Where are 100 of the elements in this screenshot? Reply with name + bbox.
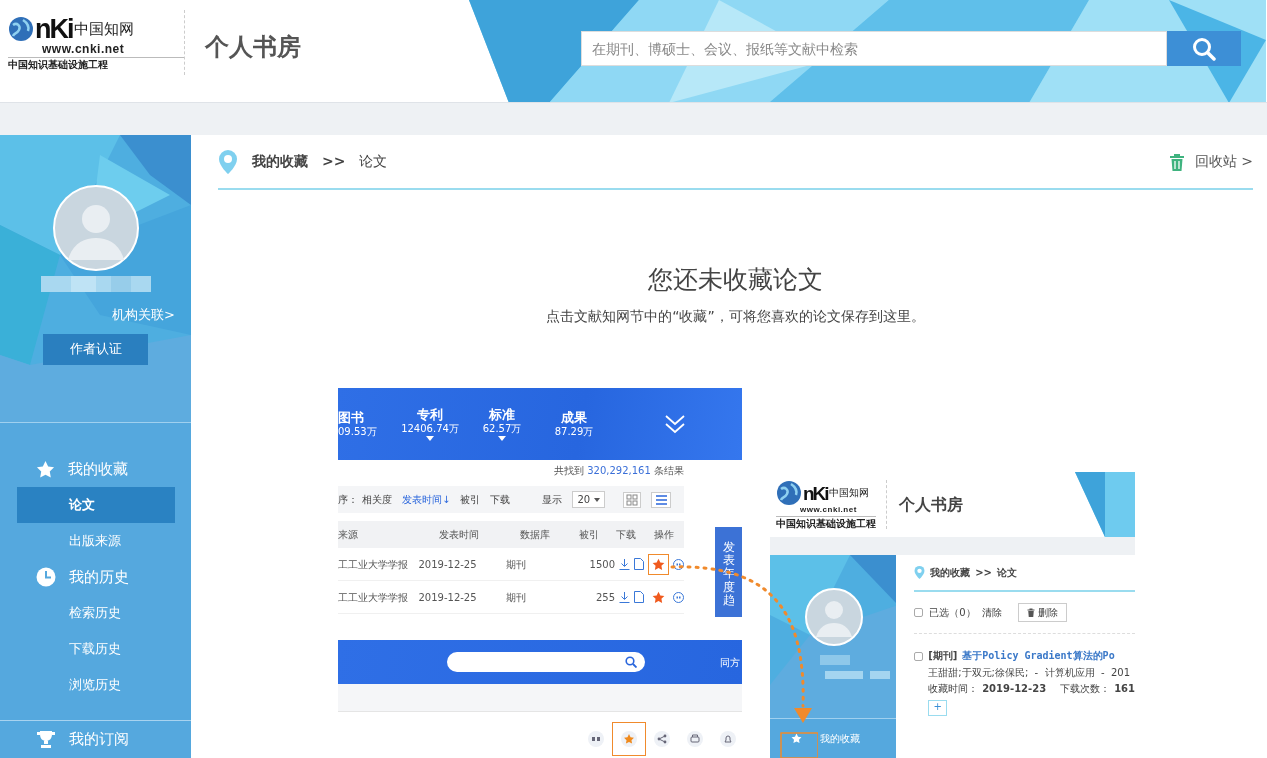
result-count-text: 共找到 [554,465,585,476]
logo-tagline: 中国知识基础设施工程 [8,56,184,70]
breadcrumb-separator: >> [975,566,992,580]
nav-item[interactable]: 下载历史 [17,631,175,667]
breadcrumb-item[interactable]: 我的收藏 [930,565,971,580]
download-icon[interactable] [619,558,630,570]
quote-icon[interactable] [673,591,684,603]
nav-heading[interactable]: 我的收藏 [820,731,860,746]
table-cell-text: 期刊 [505,557,528,572]
document-icon[interactable] [634,591,644,603]
delete-button[interactable]: 删除 [1017,603,1067,622]
table-cell-text: 1500 [588,557,615,572]
category-count: 87.29万 [553,425,595,438]
entry-type: [期刊] [928,649,958,663]
category-count: 62.57万 [481,422,523,435]
page-title: 个人书房 [203,32,302,63]
location-pin-icon [218,148,238,175]
category-count: 09.53万 [338,425,378,438]
clear-link[interactable]: 清除 [981,605,1002,620]
verify-button[interactable]: 作者认证 [43,333,148,365]
download-icon[interactable] [619,591,630,603]
checkbox[interactable] [914,608,924,617]
entry-meta: 王甜甜;于双元;徐保民; - 计算机应用 - 201 [927,665,1131,680]
search-button[interactable] [1167,31,1241,66]
sort-option[interactable]: 被引 [460,492,481,507]
location-pin-icon [914,565,926,580]
category-label[interactable]: 标准 [470,407,534,423]
grid-view-icon[interactable] [623,491,642,508]
column-header: 数据库 [519,528,551,542]
table-cell-text: 工工业大学学报 [338,557,409,572]
quote-icon[interactable] [673,558,684,570]
nav-item[interactable]: 出版来源 [17,523,175,559]
breadcrumb-separator: >> [322,152,346,171]
category-label[interactable]: 成果 [542,410,606,426]
logo-name: 中国知网 [73,21,134,37]
category-label[interactable]: 图书 [338,410,390,426]
saved-label: 收藏时间： [928,682,979,696]
trophy-icon [36,730,56,748]
logo-mark: nKi [803,483,828,503]
star-icon [791,733,802,744]
saved-date: 2019-12-23 [982,682,1047,696]
column-header: 发表时间 [438,528,480,542]
breadcrumb-item: 论文 [359,152,388,171]
checkbox[interactable] [914,651,924,661]
logo-url: www.cnki.net [41,42,126,55]
nav-heading: 我的收藏 [68,458,128,480]
clock-icon [36,567,56,587]
search-icon [1192,36,1216,61]
sort-label: 序： [338,493,358,507]
column-header: 被引 [578,528,600,542]
empty-hint: 点击文献知网节中的“收藏”，可将您喜欢的论文保存到这里。 [545,307,926,326]
logo-mark: nKi [35,15,73,43]
caret-icon [426,435,434,441]
sort-option[interactable]: 相关度 [362,492,392,507]
category-count: 12406.74万 [400,422,460,435]
logo-tagline: 中国知识基础设施工程 [776,516,876,529]
breadcrumb-item[interactable]: 我的收藏 [252,151,308,172]
trash-icon [1026,608,1035,617]
result-count: 320,292,161 [587,465,651,476]
selected-count: 已选（0） [929,606,976,620]
nav-heading: 我的历史 [69,566,129,588]
trash-icon [1168,152,1185,171]
logo-url: www.cnki.net [799,506,858,514]
recycle-label: 回收站 > [1194,152,1253,171]
caret-icon [498,435,506,441]
result-count-text: 条结果 [653,465,684,476]
recycle-link[interactable]: 回收站 > [1168,151,1253,172]
page-title: 个人书房 [898,493,963,516]
add-button[interactable]: + [928,699,948,716]
search-field[interactable]: 在期刊、博硕士、会议、报纸等文献中检索 [581,31,1167,66]
page-size-select[interactable]: 20 [572,491,606,508]
downloads-label: 下载次数： [1060,682,1111,696]
document-icon[interactable] [634,558,644,570]
org-link[interactable]: 机构关联> [112,305,175,325]
banner-drawing [1075,472,1135,537]
logo-name: 中国知网 [828,488,869,498]
table-cell-text: 255 [594,590,615,605]
search-field[interactable] [447,652,645,672]
category-label[interactable]: 专利 [398,407,462,423]
expand-chevron-icon[interactable] [664,413,686,435]
search-icon [625,656,637,668]
list-view-icon[interactable] [651,491,672,508]
display-label: 显示 [542,493,563,507]
globe-icon [776,480,802,506]
nav-heading: 我的订阅 [69,728,129,750]
column-header: 下载 [615,528,637,542]
footer-link[interactable]: 同方 [720,654,740,670]
table-cell-text: 2019-12-25 [417,590,478,605]
sort-option[interactable]: 发表时间↓ [402,492,451,507]
nav-item[interactable]: 浏览历史 [17,667,175,703]
nav-item[interactable]: 检索历史 [17,595,175,631]
table-cell-text: 工工业大学学报 [338,590,409,605]
star-icon [36,459,55,479]
entry-title-link[interactable]: 基于Policy Gradient算法的Po [962,648,1115,665]
table-cell-text: 2019-12-25 [417,557,478,572]
caret-icon [594,497,601,502]
sort-option[interactable]: 下载 [490,492,511,507]
download-count: 161 [1114,682,1135,696]
table-cell-text: 期刊 [505,590,528,605]
nav-item[interactable]: 论文 [17,487,175,523]
